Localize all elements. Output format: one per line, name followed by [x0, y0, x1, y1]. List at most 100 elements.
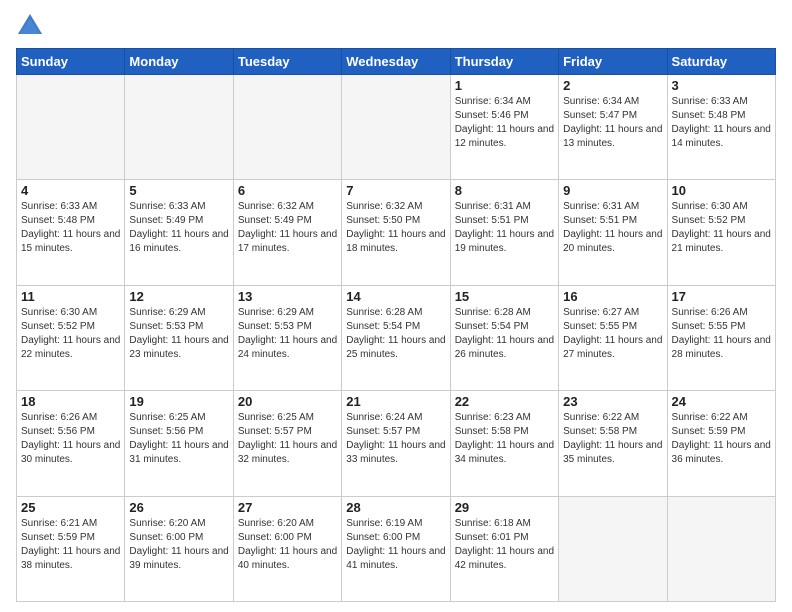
calendar-cell — [17, 75, 125, 180]
day-number: 4 — [21, 183, 120, 198]
day-info: Sunrise: 6:27 AMSunset: 5:55 PMDaylight:… — [563, 306, 662, 362]
calendar-header-thursday: Thursday — [450, 49, 558, 75]
day-number: 2 — [563, 78, 662, 93]
day-info: Sunrise: 6:28 AMSunset: 5:54 PMDaylight:… — [346, 306, 445, 362]
calendar-cell — [342, 75, 450, 180]
calendar-cell — [667, 496, 775, 601]
day-number: 24 — [672, 394, 771, 409]
week-row-2: 11 Sunrise: 6:30 AMSunset: 5:52 PMDayligh… — [17, 285, 776, 390]
calendar-cell: 27Sunrise: 6:20 AMSunset: 6:00 PMDayligh… — [233, 496, 341, 601]
calendar-cell: 4 Sunrise: 6:33 AMSunset: 5:48 PMDaylight… — [17, 180, 125, 285]
calendar-header-tuesday: Tuesday — [233, 49, 341, 75]
day-number: 5 — [129, 183, 228, 198]
day-info: Sunrise: 6:33 AMSunset: 5:49 PMDaylight:… — [129, 200, 228, 256]
day-number: 26 — [129, 500, 228, 515]
calendar-cell: 18Sunrise: 6:26 AMSunset: 5:56 PMDayligh… — [17, 391, 125, 496]
day-number: 11 — [21, 289, 120, 304]
day-info: Sunrise: 6:32 AMSunset: 5:50 PMDaylight:… — [346, 200, 445, 256]
day-number: 19 — [129, 394, 228, 409]
calendar-cell — [125, 75, 233, 180]
calendar-cell: 24 Sunrise: 6:22 AMSunset: 5:59 PMDayligh… — [667, 391, 775, 496]
week-row-1: 4 Sunrise: 6:33 AMSunset: 5:48 PMDaylight… — [17, 180, 776, 285]
day-info: Sunrise: 6:22 AMSunset: 5:58 PMDaylight:… — [563, 411, 662, 467]
day-info: Sunrise: 6:18 AMSunset: 6:01 PMDaylight:… — [455, 517, 554, 573]
logo — [16, 12, 48, 40]
header — [16, 12, 776, 40]
day-info: Sunrise: 6:25 AMSunset: 5:57 PMDaylight:… — [238, 411, 337, 467]
day-number: 6 — [238, 183, 337, 198]
calendar-header-saturday: Saturday — [667, 49, 775, 75]
day-info: Sunrise: 6:24 AMSunset: 5:57 PMDaylight:… — [346, 411, 445, 467]
day-info: Sunrise: 6:30 AMSunset: 5:52 PMDaylight:… — [672, 200, 771, 256]
day-number: 28 — [346, 500, 445, 515]
day-number: 27 — [238, 500, 337, 515]
week-row-3: 18Sunrise: 6:26 AMSunset: 5:56 PMDayligh… — [17, 391, 776, 496]
calendar-cell: 29Sunrise: 6:18 AMSunset: 6:01 PMDayligh… — [450, 496, 558, 601]
day-number: 3 — [672, 78, 771, 93]
day-number: 15 — [455, 289, 554, 304]
calendar-cell: 13 Sunrise: 6:29 AMSunset: 5:53 PMDayligh… — [233, 285, 341, 390]
calendar-cell: 11 Sunrise: 6:30 AMSunset: 5:52 PMDayligh… — [17, 285, 125, 390]
week-row-4: 25 Sunrise: 6:21 AMSunset: 5:59 PMDayligh… — [17, 496, 776, 601]
calendar-cell: 1 Sunrise: 6:34 AMSunset: 5:46 PMDaylight… — [450, 75, 558, 180]
day-info: Sunrise: 6:31 AMSunset: 5:51 PMDaylight:… — [455, 200, 554, 256]
calendar-cell: 15 Sunrise: 6:28 AMSunset: 5:54 PMDayligh… — [450, 285, 558, 390]
calendar-cell: 17 Sunrise: 6:26 AMSunset: 5:55 PMDayligh… — [667, 285, 775, 390]
day-number: 1 — [455, 78, 554, 93]
day-info: Sunrise: 6:34 AMSunset: 5:46 PMDaylight:… — [455, 95, 554, 151]
calendar-cell: 9Sunrise: 6:31 AMSunset: 5:51 PMDaylight… — [559, 180, 667, 285]
day-number: 12 — [129, 289, 228, 304]
day-number: 18 — [21, 394, 120, 409]
calendar-cell — [233, 75, 341, 180]
day-info: Sunrise: 6:30 AMSunset: 5:52 PMDaylight:… — [21, 306, 120, 362]
day-number: 10 — [672, 183, 771, 198]
calendar-cell: 16 Sunrise: 6:27 AMSunset: 5:55 PMDayligh… — [559, 285, 667, 390]
day-number: 21 — [346, 394, 445, 409]
calendar-cell: 8 Sunrise: 6:31 AMSunset: 5:51 PMDaylight… — [450, 180, 558, 285]
calendar-cell: 19 Sunrise: 6:25 AMSunset: 5:56 PMDayligh… — [125, 391, 233, 496]
day-number: 16 — [563, 289, 662, 304]
day-info: Sunrise: 6:33 AMSunset: 5:48 PMDaylight:… — [672, 95, 771, 151]
calendar-cell: 3 Sunrise: 6:33 AMSunset: 5:48 PMDaylight… — [667, 75, 775, 180]
calendar-cell: 6Sunrise: 6:32 AMSunset: 5:49 PMDaylight… — [233, 180, 341, 285]
calendar-header-monday: Monday — [125, 49, 233, 75]
day-info: Sunrise: 6:34 AMSunset: 5:47 PMDaylight:… — [563, 95, 662, 151]
calendar-cell: 7 Sunrise: 6:32 AMSunset: 5:50 PMDaylight… — [342, 180, 450, 285]
calendar-cell: 10 Sunrise: 6:30 AMSunset: 5:52 PMDayligh… — [667, 180, 775, 285]
day-info: Sunrise: 6:21 AMSunset: 5:59 PMDaylight:… — [21, 517, 120, 573]
day-info: Sunrise: 6:25 AMSunset: 5:56 PMDaylight:… — [129, 411, 228, 467]
calendar-header-sunday: Sunday — [17, 49, 125, 75]
day-number: 25 — [21, 500, 120, 515]
page: SundayMondayTuesdayWednesdayThursdayFrid… — [0, 0, 792, 612]
day-info: Sunrise: 6:22 AMSunset: 5:59 PMDaylight:… — [672, 411, 771, 467]
day-info: Sunrise: 6:26 AMSunset: 5:55 PMDaylight:… — [672, 306, 771, 362]
day-info: Sunrise: 6:20 AMSunset: 6:00 PMDaylight:… — [129, 517, 228, 573]
calendar-header-friday: Friday — [559, 49, 667, 75]
day-number: 17 — [672, 289, 771, 304]
calendar-header-wednesday: Wednesday — [342, 49, 450, 75]
day-number: 23 — [563, 394, 662, 409]
calendar-cell: 5 Sunrise: 6:33 AMSunset: 5:49 PMDaylight… — [125, 180, 233, 285]
calendar-cell: 22 Sunrise: 6:23 AMSunset: 5:58 PMDayligh… — [450, 391, 558, 496]
calendar-table: SundayMondayTuesdayWednesdayThursdayFrid… — [16, 48, 776, 602]
calendar-cell: 28Sunrise: 6:19 AMSunset: 6:00 PMDayligh… — [342, 496, 450, 601]
calendar-cell — [559, 496, 667, 601]
day-info: Sunrise: 6:29 AMSunset: 5:53 PMDaylight:… — [238, 306, 337, 362]
day-info: Sunrise: 6:23 AMSunset: 5:58 PMDaylight:… — [455, 411, 554, 467]
day-info: Sunrise: 6:33 AMSunset: 5:48 PMDaylight:… — [21, 200, 120, 256]
day-number: 20 — [238, 394, 337, 409]
day-number: 7 — [346, 183, 445, 198]
week-row-0: 1 Sunrise: 6:34 AMSunset: 5:46 PMDaylight… — [17, 75, 776, 180]
day-info: Sunrise: 6:28 AMSunset: 5:54 PMDaylight:… — [455, 306, 554, 362]
day-number: 8 — [455, 183, 554, 198]
calendar-cell: 14 Sunrise: 6:28 AMSunset: 5:54 PMDayligh… — [342, 285, 450, 390]
day-number: 13 — [238, 289, 337, 304]
day-number: 14 — [346, 289, 445, 304]
calendar-cell: 21 Sunrise: 6:24 AMSunset: 5:57 PMDayligh… — [342, 391, 450, 496]
calendar-cell: 12Sunrise: 6:29 AMSunset: 5:53 PMDayligh… — [125, 285, 233, 390]
day-info: Sunrise: 6:31 AMSunset: 5:51 PMDaylight:… — [563, 200, 662, 256]
day-number: 22 — [455, 394, 554, 409]
calendar-cell: 23 Sunrise: 6:22 AMSunset: 5:58 PMDayligh… — [559, 391, 667, 496]
calendar-cell: 2 Sunrise: 6:34 AMSunset: 5:47 PMDaylight… — [559, 75, 667, 180]
logo-icon — [16, 12, 44, 40]
